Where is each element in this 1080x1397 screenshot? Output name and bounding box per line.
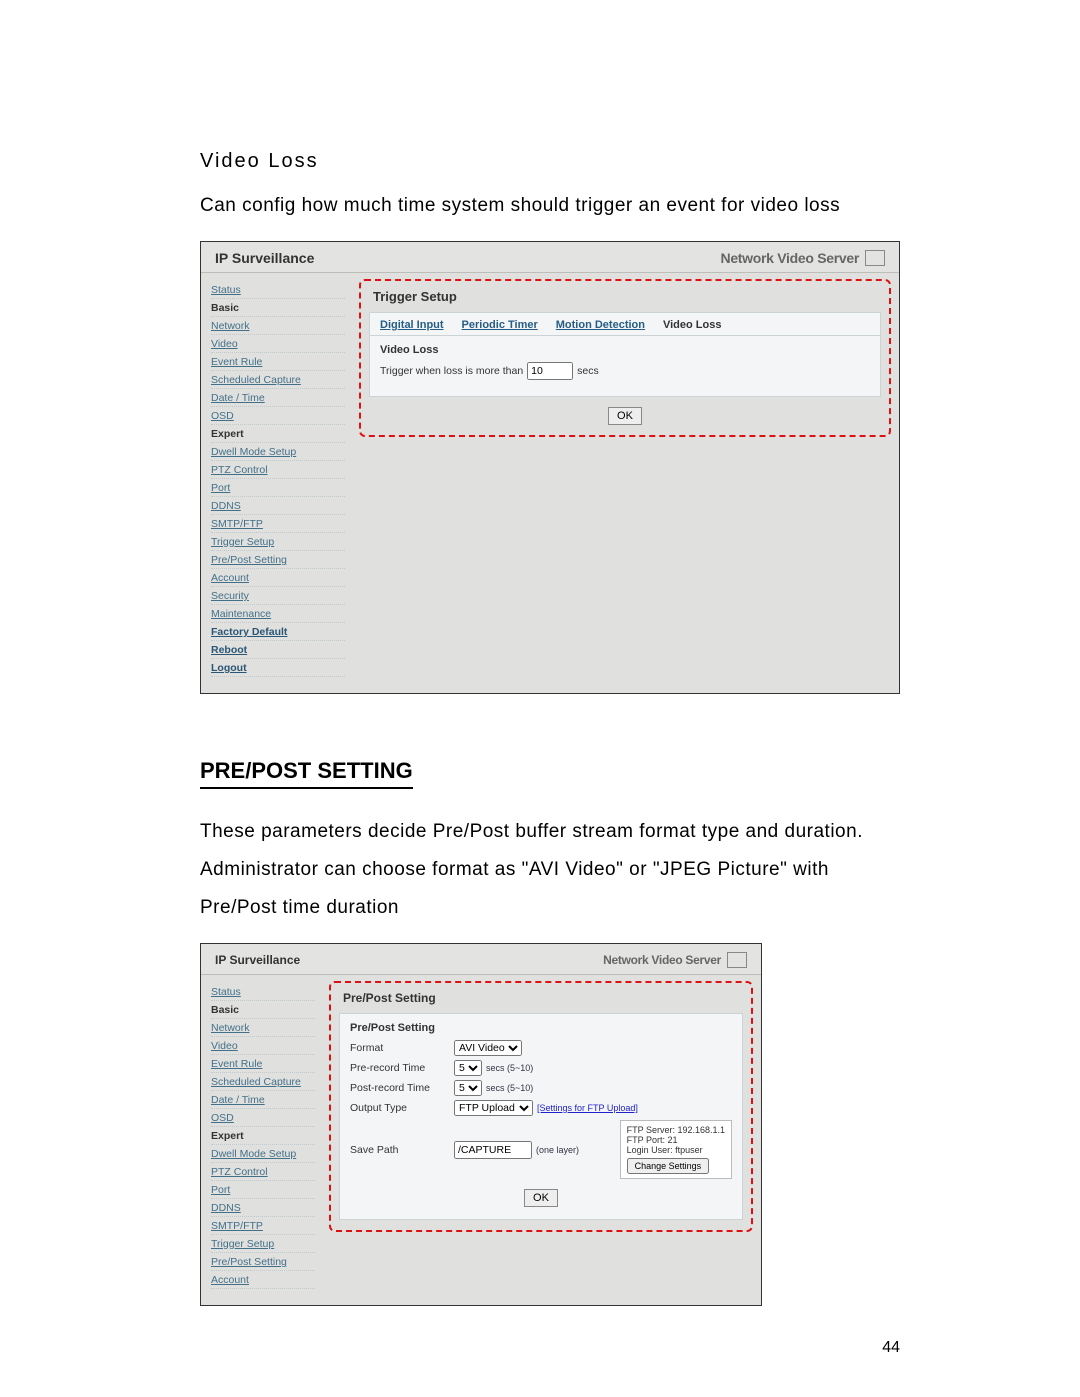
sidebar-item[interactable]: Trigger Setup xyxy=(211,533,345,551)
sidebar-header-expert: Expert xyxy=(211,425,345,443)
sidebar-item[interactable]: Account xyxy=(211,1271,315,1289)
sidebar-item[interactable]: SMTP/FTP xyxy=(211,515,345,533)
trigger-seconds-input[interactable] xyxy=(527,362,573,380)
subheading-video-loss: Video Loss xyxy=(380,344,870,356)
output-type-label: Output Type xyxy=(350,1102,450,1114)
highlight-box: Pre/Post Setting Pre/Post Setting Format… xyxy=(329,981,753,1232)
pre-record-select[interactable]: 5 xyxy=(454,1060,482,1076)
camera-icon xyxy=(727,952,747,968)
sidebar-item[interactable]: Dwell Mode Setup xyxy=(211,443,345,461)
sidebar-item[interactable]: Scheduled Capture xyxy=(211,371,345,389)
sidebar-item[interactable]: DDNS xyxy=(211,497,345,515)
sidebar-header-basic: Basic xyxy=(211,299,345,317)
camera-icon xyxy=(865,250,885,266)
sidebar-item[interactable]: DDNS xyxy=(211,1199,315,1217)
sidebar-item[interactable]: Event Rule xyxy=(211,1055,315,1073)
output-type-select[interactable]: FTP Upload xyxy=(454,1100,533,1116)
sidebar-item[interactable]: Network xyxy=(211,317,345,335)
format-select[interactable]: AVI Video xyxy=(454,1040,522,1056)
ftp-settings-popup: FTP Server: 192.168.1.1 FTP Port: 21 Log… xyxy=(620,1120,732,1179)
screenshot-trigger-setup: IP Surveillance Network Video Server Sta… xyxy=(200,241,900,694)
section-video-loss-text: Can config how much time system should t… xyxy=(200,187,900,225)
sidebar-item[interactable]: OSD xyxy=(211,1109,315,1127)
sidebar: Status Basic Network Video Event Rule Sc… xyxy=(201,975,321,1305)
sidebar-item[interactable]: Pre/Post Setting xyxy=(211,1253,315,1271)
format-label: Format xyxy=(350,1042,450,1054)
app-title: IP Surveillance xyxy=(215,953,300,967)
sidebar-item[interactable]: SMTP/FTP xyxy=(211,1217,315,1235)
page-number: 44 xyxy=(882,1339,900,1357)
app-title: IP Surveillance xyxy=(215,250,314,266)
tab-bar: Digital Input Periodic Timer Motion Dete… xyxy=(369,312,881,335)
ftp-port-line: FTP Port: 21 xyxy=(627,1135,725,1145)
panel-title: Pre/Post Setting xyxy=(343,991,743,1005)
sidebar-item[interactable]: Scheduled Capture xyxy=(211,1073,315,1091)
post-record-label: Post-record Time xyxy=(350,1082,450,1094)
sidebar-item[interactable]: Dwell Mode Setup xyxy=(211,1145,315,1163)
highlight-box: Trigger Setup Digital Input Periodic Tim… xyxy=(359,279,891,437)
save-path-input[interactable] xyxy=(454,1141,532,1159)
sidebar-item-logout[interactable]: Logout xyxy=(211,659,345,677)
pre-record-hint: secs (5~10) xyxy=(486,1063,533,1073)
sidebar-item[interactable]: Date / Time xyxy=(211,1091,315,1109)
ftp-server-line: FTP Server: 192.168.1.1 xyxy=(627,1125,725,1135)
sidebar-item[interactable]: Network xyxy=(211,1019,315,1037)
sidebar-item-reboot[interactable]: Reboot xyxy=(211,641,345,659)
sidebar-header-basic: Basic xyxy=(211,1001,315,1019)
sidebar-item[interactable]: Pre/Post Setting xyxy=(211,551,345,569)
trigger-label-post: secs xyxy=(577,365,599,377)
output-settings-link[interactable]: [Settings for FTP Upload] xyxy=(537,1103,638,1113)
tab-digital-input[interactable]: Digital Input xyxy=(380,319,444,331)
section-video-loss-label: Video Loss xyxy=(200,150,900,173)
sidebar-item[interactable]: Account xyxy=(211,569,345,587)
ok-button[interactable]: OK xyxy=(608,407,642,425)
sidebar-item[interactable]: PTZ Control xyxy=(211,1163,315,1181)
trigger-label-pre: Trigger when loss is more than xyxy=(380,365,523,377)
change-settings-button[interactable]: Change Settings xyxy=(627,1158,710,1174)
sidebar-item-status[interactable]: Status xyxy=(211,281,345,299)
sidebar-item[interactable]: Maintenance xyxy=(211,605,345,623)
sidebar-item[interactable]: Port xyxy=(211,1181,315,1199)
sidebar-item[interactable]: PTZ Control xyxy=(211,461,345,479)
save-path-label: Save Path xyxy=(350,1144,450,1156)
save-path-hint: (one layer) xyxy=(536,1145,579,1155)
sidebar-header-expert: Expert xyxy=(211,1127,315,1145)
sidebar-item[interactable]: Security xyxy=(211,587,345,605)
sidebar-item[interactable]: Video xyxy=(211,1037,315,1055)
subheading-prepost: Pre/Post Setting xyxy=(350,1022,732,1034)
brand-label: Network Video Server xyxy=(721,250,859,266)
pre-record-label: Pre-record Time xyxy=(350,1062,450,1074)
post-record-hint: secs (5~10) xyxy=(486,1083,533,1093)
sidebar-item[interactable]: Trigger Setup xyxy=(211,1235,315,1253)
ftp-user-line: Login User: ftpuser xyxy=(627,1145,725,1155)
sidebar-item[interactable]: Date / Time xyxy=(211,389,345,407)
screenshot-prepost-setting: IP Surveillance Network Video Server Sta… xyxy=(200,943,762,1306)
post-record-select[interactable]: 5 xyxy=(454,1080,482,1096)
sidebar-item[interactable]: Port xyxy=(211,479,345,497)
tab-motion-detection[interactable]: Motion Detection xyxy=(556,319,645,331)
panel-title: Trigger Setup xyxy=(373,289,881,304)
section-prepost-heading: PRE/POST SETTING xyxy=(200,758,413,789)
brand-label: Network Video Server xyxy=(603,953,721,967)
sidebar-item[interactable]: Event Rule xyxy=(211,353,345,371)
sidebar: Status Basic Network Video Event Rule Sc… xyxy=(201,273,351,693)
sidebar-item[interactable]: OSD xyxy=(211,407,345,425)
tab-video-loss[interactable]: Video Loss xyxy=(663,319,721,331)
sidebar-item-factory-default[interactable]: Factory Default xyxy=(211,623,345,641)
tab-periodic-timer[interactable]: Periodic Timer xyxy=(462,319,538,331)
sidebar-item[interactable]: Video xyxy=(211,335,345,353)
ok-button[interactable]: OK xyxy=(524,1189,558,1207)
sidebar-item-status[interactable]: Status xyxy=(211,983,315,1001)
section-prepost-text: These parameters decide Pre/Post buffer … xyxy=(200,813,900,927)
